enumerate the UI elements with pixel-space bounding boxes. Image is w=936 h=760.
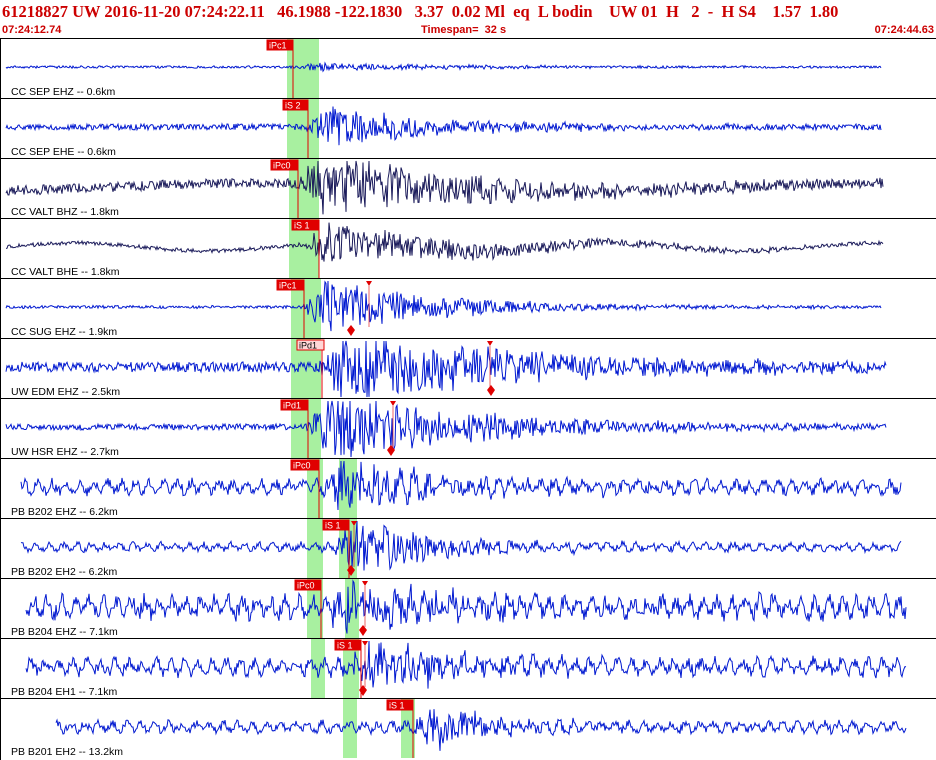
- pick-label: iS 1: [389, 701, 405, 711]
- pick-label: iPc0: [297, 581, 315, 591]
- waveform-trace: [5, 61, 882, 73]
- waveform-trace: [5, 106, 882, 146]
- channel-panel: iS 2 CC SEP EHE -- 0.6km: [1, 98, 936, 158]
- waveform-plot: iPd1: [5, 399, 887, 458]
- channel-panel: iS 1 PB B201 EH2 -- 13.2km: [1, 698, 936, 758]
- end-time: 07:24:44.63: [874, 24, 934, 36]
- waveform-trace: [5, 280, 882, 332]
- waveform-trace: [5, 400, 887, 458]
- pick-label: iS 1: [337, 641, 353, 651]
- channel-label: PB B202 EHZ -- 6.2km: [11, 506, 118, 518]
- channel-label: UW HSR EHZ -- 2.7km: [11, 446, 119, 458]
- waveform-trace: [5, 160, 884, 215]
- pick-label: iPd1: [299, 341, 317, 351]
- channel-label: CC SEP EHZ -- 0.6km: [11, 86, 116, 98]
- waveform-plot: iPc0: [5, 159, 884, 218]
- channel-label: PB B201 EH2 -- 13.2km: [11, 746, 124, 758]
- pick-label: iPc1: [269, 41, 287, 51]
- channel-panel: iPd1 UW EDM EHZ -- 2.5km: [1, 338, 936, 398]
- channel-label: PB B204 EH1 -- 7.1km: [11, 686, 118, 698]
- timespan: Timespan= 32 s: [421, 24, 507, 36]
- amplitude-marker-bottom: [487, 385, 495, 396]
- amplitude-marker-top: [366, 281, 372, 286]
- channel-panel: iPc0 PB B202 EHZ -- 6.2km: [1, 458, 936, 518]
- waveform-trace: [5, 222, 884, 262]
- waveform-plot: iS 2: [5, 99, 882, 158]
- waveform-plot: iPc1: [5, 279, 882, 338]
- waveform-plot: iS 1: [55, 699, 907, 758]
- pick-label: iPc0: [273, 161, 291, 171]
- channel-panel: iPc1 CC SUG EHZ -- 1.9km: [1, 278, 936, 338]
- pick-label: iPc1: [279, 281, 297, 291]
- waveform-plot: iPc0: [20, 459, 902, 518]
- waveform-plot: iPc1: [5, 39, 882, 98]
- channel-panel: iPc1 CC SEP EHZ -- 0.6km: [1, 38, 936, 98]
- event-summary: 61218827 UW 2016-11-20 07:24:22.11 46.19…: [2, 2, 839, 21]
- channel-label: CC SEP EHE -- 0.6km: [11, 146, 116, 158]
- waveform-trace: [20, 520, 902, 571]
- start-time: 07:24:12.74: [2, 24, 62, 36]
- amplitude-marker-top: [487, 341, 493, 346]
- waveform-plot: iS 1: [25, 639, 907, 698]
- pick-label: iPd1: [283, 401, 301, 411]
- channel-panel: iS 1 PB B204 EH1 -- 7.1km: [1, 638, 936, 698]
- waveform-plot: iPd1: [5, 339, 887, 398]
- channel-label: CC VALT BHE -- 1.8km: [11, 266, 120, 278]
- amplitude-marker-top: [390, 401, 396, 406]
- amplitude-marker-bottom: [359, 625, 367, 636]
- waveform-trace: [20, 460, 902, 511]
- waveform-trace: [25, 579, 907, 634]
- channel-panel: iS 1 CC VALT BHE -- 1.8km: [1, 218, 936, 278]
- waveform-plot: iS 1: [20, 519, 902, 578]
- amplitude-marker-top: [362, 581, 368, 586]
- amplitude-marker-top: [362, 641, 368, 646]
- waveform-plot: iPc0: [25, 579, 907, 638]
- channel-label: CC SUG EHZ -- 1.9km: [11, 326, 118, 338]
- waveform-trace: [25, 640, 907, 689]
- channel-label: PB B202 EH2 -- 6.2km: [11, 566, 118, 578]
- pick-label: iS 1: [294, 221, 310, 231]
- event-header: 61218827 UW 2016-11-20 07:24:22.11 46.19…: [0, 0, 936, 38]
- pick-label: iS 1: [325, 521, 341, 531]
- waveform-plot: iS 1: [5, 219, 884, 278]
- channel-panel: iPc0 PB B204 EHZ -- 7.1km: [1, 578, 936, 638]
- amplitude-marker-bottom: [387, 445, 395, 456]
- channel-panel: iS 1 PB B202 EH2 -- 6.2km: [1, 518, 936, 578]
- channel-label: PB B204 EHZ -- 7.1km: [11, 626, 118, 638]
- channel-panel: iPd1 UW HSR EHZ -- 2.7km: [1, 398, 936, 458]
- amplitude-marker-bottom: [359, 685, 367, 696]
- waveform-trace: [55, 709, 907, 751]
- amplitude-marker-bottom: [347, 325, 355, 336]
- waveform-trace: [5, 340, 887, 398]
- pick-label: iPc0: [293, 461, 311, 471]
- pick-label: iS 2: [285, 101, 301, 111]
- channel-label: CC VALT BHZ -- 1.8km: [11, 206, 119, 218]
- channel-label: UW EDM EHZ -- 2.5km: [11, 386, 121, 398]
- channel-panel: iPc0 CC VALT BHZ -- 1.8km: [1, 158, 936, 218]
- seismogram-panels: iPc1 CC SEP EHZ -- 0.6km iS 2 CC SEP EHE --…: [0, 38, 936, 760]
